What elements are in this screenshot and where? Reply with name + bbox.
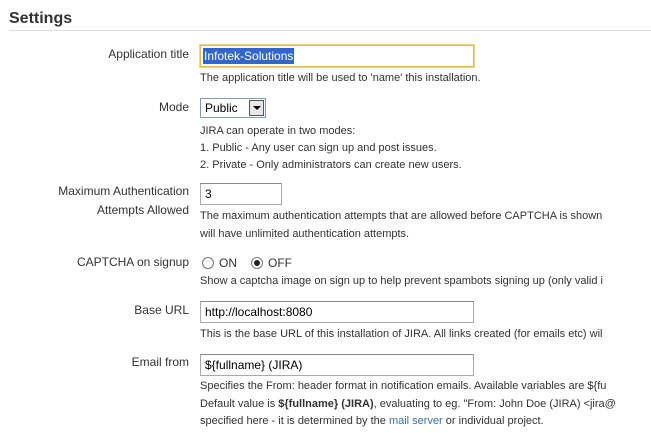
max-auth-help-line-2: will have unlimited authentication attem… [200,228,410,240]
mode-help-line-2: 1. Public - Any user can sign up and pos… [200,142,437,154]
mode-selected-value: Public [205,101,238,115]
captcha-off-label[interactable]: OFF [268,256,292,270]
mode-select[interactable]: Public [200,98,266,118]
email-from-help-line-2: Default value is ${fullname} (JIRA), eva… [200,396,616,412]
application-title-value: Infotek-Solutions [203,48,295,64]
application-title-help: The application title will be used to 'n… [200,72,481,84]
email-from-input[interactable]: ${fullname} (JIRA) [200,354,474,376]
max-auth-attempts-input[interactable]: 3 [200,183,282,205]
max-auth-help-line-1: The maximum authentication attempts that… [200,210,603,222]
title-divider [9,30,651,31]
email-from-help-line-2-suffix: , evaluating to eg. "From: John Doe (JIR… [373,398,616,410]
base-url-label: Base URL [134,303,189,317]
base-url-help: This is the base URL of this installatio… [200,328,603,340]
email-from-default-value: ${fullname} (JIRA) [278,398,374,410]
mode-help-line-3: 2. Private - Only administrators can cre… [200,159,462,171]
captcha-label: CAPTCHA on signup [76,255,189,269]
email-from-label: Email from [131,355,189,369]
email-from-help-line-3-prefix: specified here - it is determined by the [200,415,389,427]
page-title: Settings [9,10,73,27]
email-from-help-line-2-prefix: Default value is [200,398,279,410]
max-auth-label-line-1: Maximum Authentication [58,184,189,198]
captcha-on-radio[interactable] [202,257,214,269]
dropdown-arrow-icon[interactable] [249,100,264,116]
application-title-input[interactable]: Infotek-Solutions [200,45,474,67]
mode-label: Mode [158,100,189,114]
email-from-help-line-1: Specifies the From: header format in not… [200,380,607,392]
mode-help-line-1: JIRA can operate in two modes: [200,125,356,137]
captcha-radio-group: ON OFF [202,254,306,272]
application-title-label: Application title [108,47,189,61]
email-from-help-line-3-suffix: or individual project. [442,415,544,427]
captcha-on-label[interactable]: ON [219,256,237,270]
base-url-input[interactable]: http://localhost:8080 [200,301,474,323]
captcha-help: Show a captcha image on sign up to help … [200,275,603,287]
mail-server-link[interactable]: mail server [389,415,443,427]
max-auth-label-line-2: Attempts Allowed [96,203,189,217]
email-from-help-line-3: specified here - it is determined by the… [200,413,544,429]
captcha-off-radio[interactable] [251,257,263,269]
